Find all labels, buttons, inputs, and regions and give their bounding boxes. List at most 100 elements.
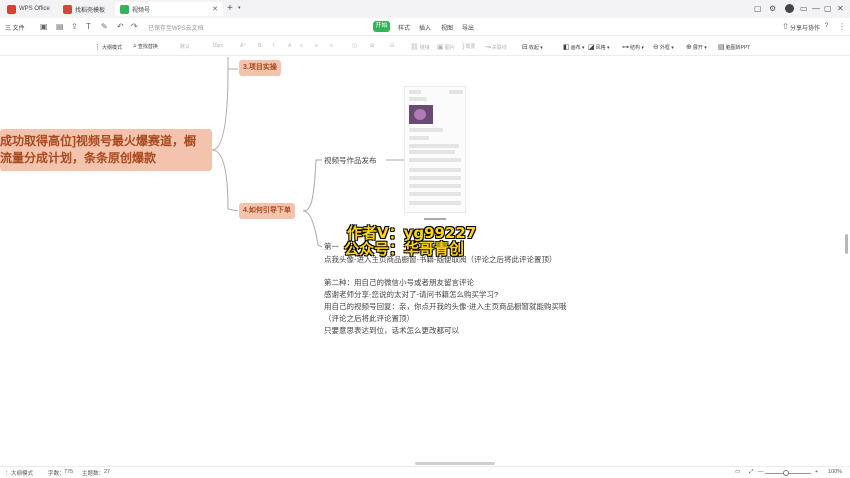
share-doc-icon[interactable]: ⇪ [71,22,78,31]
more-icon[interactable]: ⋮ [838,22,846,31]
outline-icon: ⋮ [4,471,12,477]
window-layout-icon[interactable]: ▢ [754,3,762,14]
summary-button[interactable]: }概要 [462,43,475,50]
canvas-icon: ◧ [563,44,570,51]
minimize-button[interactable]: — [812,3,820,14]
share-collaborate-button[interactable]: 分享与协作 [790,23,820,32]
leaf-text-method2-title[interactable]: 第二种：用自己的微信小号或者朋友留言评论 [324,277,474,288]
horizontal-scrollbar[interactable] [415,462,495,465]
font-select[interactable]: 默认 [180,43,190,50]
redo-icon[interactable]: ↷ [131,22,138,31]
canvas-button[interactable]: ◧画布 ▾ [563,43,585,51]
relation-line-button[interactable]: ↝关联线 [485,43,507,51]
node-guide-order[interactable]: 4.如何引导下单 [239,203,295,219]
zoom-level[interactable]: 100% [828,469,842,475]
save-status: 已保存至WPS云文档 [148,26,204,32]
share-icon[interactable]: ⇧ [782,22,789,31]
theme-icon[interactable]: ◫ [352,43,357,49]
vertical-scrollbar[interactable] [845,234,848,254]
leaf-text-method2-pin[interactable]: （评论之后将此评论置顶） [324,313,414,324]
node-project-practice[interactable]: 3.项目实操 [239,60,281,76]
tab-export[interactable]: 导出 [462,23,474,32]
collapse-button[interactable]: ⊟收起 ▾ [522,43,543,51]
style-button[interactable]: ◪风格 ▾ [588,43,610,51]
italic-button[interactable]: I [273,43,274,49]
fit-page-icon[interactable]: ▭ [735,469,740,475]
add-tab-button[interactable]: + [227,3,233,14]
status-bar: ⋮ 大纲模式 字数： 775 主题数： 27 ▭ ⤢ — + 100% [0,466,850,478]
watermark-account: 公众号：华哥青创 [344,240,465,258]
video-cover-thumbnail [409,105,433,124]
leaf-text-method2-reply[interactable]: 用自己的视频号回复：亲，你点开我的头像-进入主页商品橱窗就能购买哦 [324,301,567,312]
zoom-in-button[interactable]: + [815,469,818,475]
avatar[interactable] [785,4,794,13]
structure-button[interactable]: ⊶结构 ▾ [622,43,644,51]
close-tab-icon[interactable]: ✕ [212,5,218,13]
word-count-label: 字数： [48,471,65,477]
leaf-text-method1-title[interactable]: 第一 [324,241,339,252]
word-count: 775 [64,469,74,475]
tab-label: 找稻壳模板 [75,7,106,14]
link-icon: ⛓ [410,44,419,51]
root-topic-line2: 流量分成计划，条条原创爆款 [0,151,157,165]
search-icon: ⌕ [133,43,137,50]
topic-icon[interactable]: ⊞ [370,43,374,49]
fullscreen-icon[interactable]: ⤢ [749,469,753,476]
leaf-text-method2-comment[interactable]: 感谢老师分享-您说的太对了-请问书籍怎么购买学习? [324,289,498,300]
subtopic-icon[interactable]: ⊟ [390,43,394,49]
relation-icon: ↝ [485,44,491,51]
tab-label: 视频号 [132,7,151,14]
tab-template[interactable]: 找稻壳模板 [58,2,114,16]
leaf-video-publish[interactable]: 视频号作品发布 [324,155,377,166]
settings-icon[interactable]: ⚙ [769,3,776,14]
tab-label: WPS Office [19,6,50,12]
link-button[interactable]: ⛓链接 [410,43,430,51]
tab-start[interactable]: 开始 [373,21,390,32]
bold-button[interactable]: B [258,43,261,49]
expand-icon: ⊕ [686,44,692,51]
mindmap-to-ppt-button[interactable]: ▤脑图转PPT [718,43,750,51]
expand-button[interactable]: ⊕展开 ▾ [686,43,707,51]
docer-logo-icon [63,4,72,14]
video-screenshot-image[interactable] [404,86,466,213]
outline-mode-status[interactable]: ⋮ 大纲模式 [4,469,33,477]
align-right-icon[interactable]: ≡ [330,43,333,49]
font-size-select[interactable]: 10px [212,43,223,49]
wps-logo-icon [7,4,16,14]
tab-insert[interactable]: 插入 [419,23,431,32]
structure-icon: ⊶ [622,44,629,51]
leaf-text-method2-note[interactable]: 只要意思表达到位，话术怎么更改都可以 [324,325,459,336]
title-bar: WPS Office 找稻壳模板 视频号 ✕ + ▾ ▢ ⚙ ▭ — ▢ ✕ [0,0,850,18]
close-window-button[interactable]: ✕ [837,3,844,14]
maximize-button[interactable]: ▢ [824,3,832,14]
pen-icon[interactable]: ✎ [101,22,108,31]
tile-icon[interactable]: ▭ [800,3,808,14]
tab-view[interactable]: 视图 [441,23,453,32]
topic-count: 27 [104,469,111,475]
align-left-icon[interactable]: ≡ [300,43,303,49]
outline-mode-button[interactable]: ⋮大纲模式 [94,43,122,51]
summary-icon: } [462,43,465,50]
chevron-down-icon[interactable]: ▾ [238,5,241,11]
file-menu[interactable]: 三 文件 [5,23,25,32]
tab-wps-office[interactable]: WPS Office [2,2,56,16]
tab-style[interactable]: 样式 [398,23,410,32]
zoom-out-button[interactable]: — [758,469,764,475]
export-icon[interactable]: ▤ [56,22,64,31]
root-topic-node[interactable]: 成功取得高位]视频号最火爆赛道，橱 流量分成计划，条条原创爆款 [0,129,212,171]
undo-icon[interactable]: ↶ [117,22,124,31]
save-icon[interactable]: ▣ [40,22,48,31]
picture-button[interactable]: ▣图片 [437,43,455,51]
image-icon: ▣ [437,44,444,51]
zoom-slider-handle[interactable] [783,470,789,476]
ppt-icon: ▤ [718,44,725,51]
align-center-icon[interactable]: ≡ [315,43,318,49]
find-replace-button[interactable]: ⌕查找替换 [133,43,158,51]
mindmap-canvas[interactable]: 3.项目实操 成功取得高位]视频号最火爆赛道，橱 流量分成计划，条条原创爆款 4… [0,57,850,464]
grow-font-icon[interactable]: A⁺ [240,43,246,49]
font-color-icon[interactable]: A [288,43,291,49]
tab-mindmap-active[interactable]: 视频号 ✕ [115,2,223,16]
fold-button[interactable]: ⊖外框 ▾ [653,43,674,51]
format-painter-icon[interactable]: T [86,22,91,31]
help-button[interactable]: ? [825,23,828,29]
